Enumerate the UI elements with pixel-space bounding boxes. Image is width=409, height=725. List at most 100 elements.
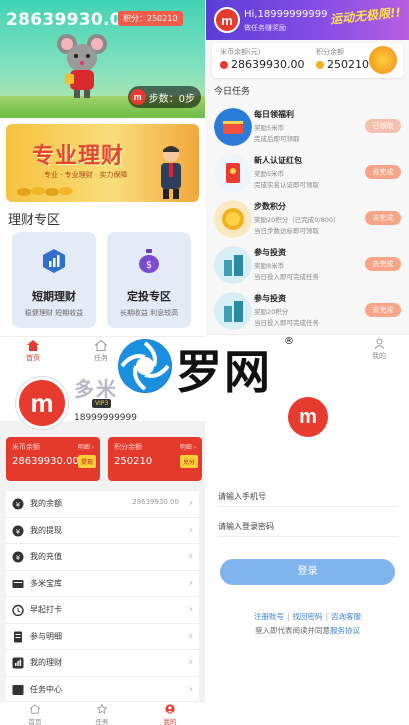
menu-item-balance[interactable]: ¥ 我的余额 28639930.00 › [6,491,199,518]
register-link[interactable]: 注册账号 [254,612,284,621]
link-separator: | [286,612,290,621]
slogan-text: 运动无极限!! [329,5,402,27]
menu-label: 参与明细 [30,631,62,641]
tab-mine[interactable]: 我的 [364,338,394,361]
task-reward: 奖励20积分（已完成0/800） [254,216,340,224]
task-title: 每日领福利 [254,110,294,119]
link-separator: | [325,612,329,621]
mibi-balance-card[interactable]: 米币余额 明细 › 28639930.00 提现 [6,437,100,481]
menu-label: 任务中心 [30,684,62,694]
menu-item-withdraw[interactable]: ¥ 我的提现 › [6,518,199,544]
menu-item-task-center[interactable]: 任务中心 › [6,677,199,703]
service-agreement-link[interactable]: 服务协议 [330,626,360,635]
user-greeting: Hi,18999999999 [244,9,328,20]
vip-badge: VIP3 [92,399,112,408]
chevron-right-icon: › [188,496,193,509]
menu-label: 我的余额 [30,499,62,508]
task-reward: 奖励20积分 [254,308,289,316]
tab-home[interactable]: 首页 [20,704,50,725]
task-item: 步数积分 奖励20积分（已完成0/800） 当日步数达标即可领取 去完成 [206,196,409,242]
details-link[interactable]: 明细 › [78,442,94,451]
task-list-icon [12,684,24,695]
money-bag-icon: $ [139,249,159,273]
brand-logo-icon: m [129,89,146,105]
task-reward: 奖励8米币 [254,262,285,270]
svg-text:¥: ¥ [16,501,21,509]
profile-menu: ¥ 我的余额 28639930.00 › ¥ 我的提现 › ¥ 我的充值 › 多… [6,491,199,703]
task-header: m Hi,18999999999 做任务赚奖励 运动无极限!! [206,0,409,40]
user-icon [165,704,175,714]
account-summary-card: 米币余额(元) 28639930.00 积分余额 250210 [212,43,403,78]
invest-building-icon [214,292,252,330]
finance-promo-banner[interactable]: 专业理财 专业 · 专业理财 · 实力保障 [6,124,199,202]
password-input[interactable]: 请输入登录密码 [218,515,398,537]
login-screen: m 请输入手机号 请输入登录密码 登录 注册账号 | 找回密码 | 咨询客服 登入即代表… [206,363,409,725]
svg-text:¥: ¥ [16,554,21,562]
welfare-thumbnail-icon [214,108,252,146]
balance-amount: 28639930.00 [6,10,135,30]
menu-label: 早起打卡 [30,605,62,614]
tab-tasks[interactable]: 任务 [86,339,116,363]
details-link[interactable]: 明细 › [180,442,196,451]
task-claimed-button[interactable]: 已领取 [365,119,401,133]
task-go-button[interactable]: 去完成 [365,211,401,225]
gift-icon[interactable] [369,46,397,74]
step-counter[interactable]: m 步数：0步 [127,86,201,108]
points-balance-card[interactable]: 积分余额 明细 › 250210 兑分 [108,437,202,481]
chevron-right-icon: › [188,602,193,615]
user-icon [374,338,384,349]
watermark-text: 罗网 [176,345,272,399]
tab-mine[interactable]: 我的 [155,704,185,725]
task-go-button[interactable]: 去完成 [365,165,401,179]
forgot-password-link[interactable]: 找回密码 [293,612,323,621]
avatar[interactable]: m [16,377,68,429]
menu-item-participation[interactable]: 参与明细 › [6,624,199,650]
tab-label: 我的 [372,352,386,360]
tab-label: 任务 [95,718,109,725]
chevron-right-icon: › [188,655,193,668]
task-title: 步数积分 [254,202,286,211]
menu-label: 我的理财 [30,658,62,667]
step-count-text: 步数：0步 [148,93,195,105]
phone-input[interactable]: 请输入手机号 [218,485,398,507]
house-outline-icon [94,339,108,351]
svg-text:$: $ [146,260,152,271]
task-title: 参与投资 [254,294,286,303]
menu-item-checkin[interactable]: 早起打卡 › [6,597,199,624]
finance-icon [12,657,24,669]
chevron-right-icon: › [188,628,193,642]
mibi-value: 28639930.00 [220,58,304,71]
tab-label: 我的 [163,718,177,725]
chevron-right-icon: › [188,522,193,536]
menu-label: 多米宝库 [30,578,62,588]
task-condition: 当日投入即可完成任务 [254,319,319,327]
task-go-button[interactable]: 去完成 [365,257,401,271]
points-badge: 积分：250210 [118,11,183,26]
task-item: 新人认证红包 奖励5米币 完成实名认证即可领取 去完成 [206,150,409,196]
menu-item-treasury[interactable]: 多米宝库 › [6,571,199,597]
menu-item-finance[interactable]: 我的理财 › [6,650,199,677]
bottom-tab-bar: 首页 任务 我的 [0,701,205,725]
exchange-tag[interactable]: 兑分 [179,455,198,468]
tab-tasks[interactable]: 任务 [87,703,117,725]
mibi-amount: 28639930.00 [231,58,305,71]
login-button[interactable]: 登录 [220,559,395,585]
agreement-prefix: 登入即代表阅读并同意 [255,626,330,635]
short-term-finance-card[interactable]: 短期理财 稳健理财 短期收益 [12,232,96,328]
card-desc: 稳健理财 短期收益 [24,309,84,317]
task-condition: 当日投入即可完成任务 [254,273,319,281]
card-value: 250210 [114,456,153,467]
withdraw-tag[interactable]: 提现 [77,455,96,468]
task-go-button[interactable]: 去完成 [365,303,401,317]
banner-title: 专业理财 [32,143,125,169]
customer-service-link[interactable]: 咨询客服 [331,612,361,621]
fixed-investment-card[interactable]: $ 定投专区 长期收益 利息较高 [107,232,191,328]
card-title: 短期理财 [32,290,76,303]
mibi-label: 米币余额(元) [220,48,261,56]
menu-item-recharge[interactable]: ¥ 我的充值 › [6,544,199,571]
home-icon [27,340,39,351]
user-subtitle: 做任务赚奖励 [244,24,286,32]
chevron-right-icon: › [188,575,193,589]
tab-home[interactable]: 首页 [18,340,48,363]
coin-icon [316,61,324,69]
